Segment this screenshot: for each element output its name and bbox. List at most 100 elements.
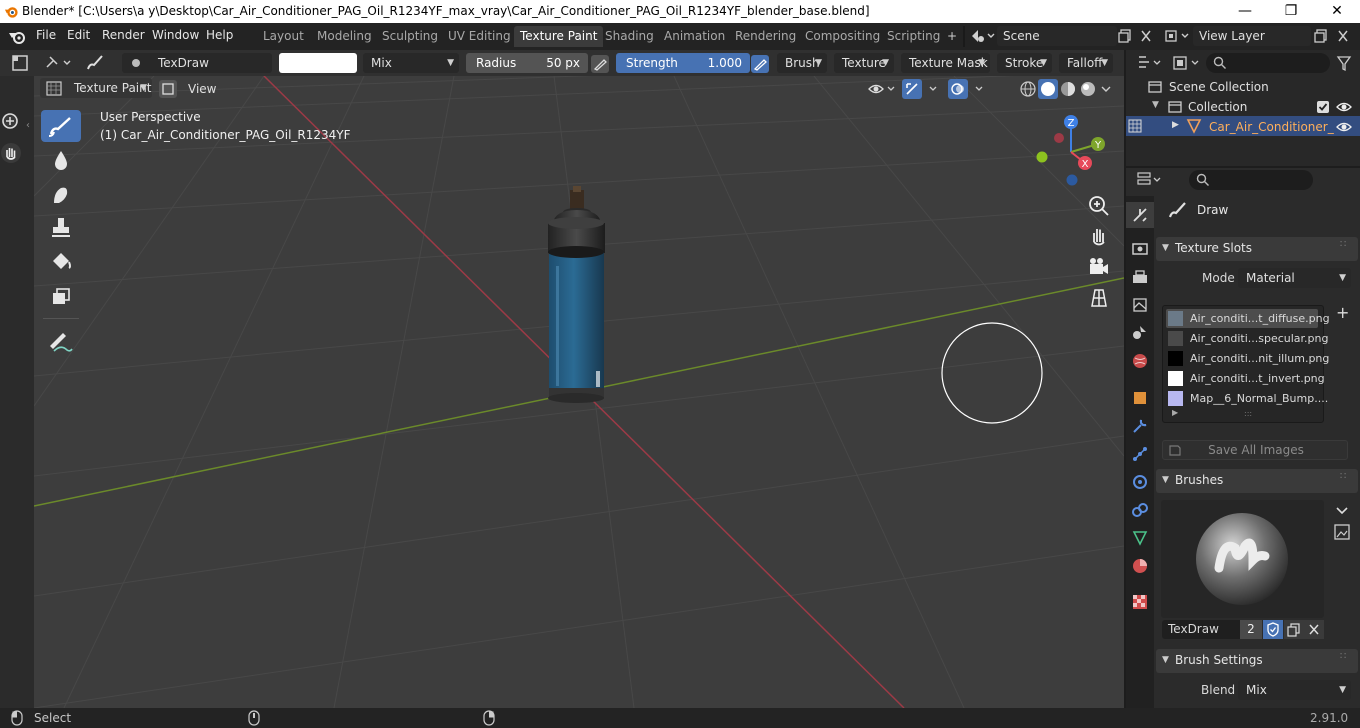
material-properties-icon[interactable] (1131, 557, 1149, 575)
tab-modeling[interactable]: Modeling (311, 26, 378, 47)
radius-slider[interactable]: Radius 50 px (466, 53, 588, 73)
texture-slot-item[interactable]: Air_conditi...t_invert.png (1166, 369, 1325, 388)
constraints-icon[interactable] (1131, 501, 1149, 519)
render-properties-icon[interactable] (1131, 239, 1149, 257)
active-brush-icon[interactable] (84, 53, 106, 73)
camera-view-icon[interactable] (1087, 255, 1111, 279)
scene-selector-icon[interactable] (970, 28, 996, 44)
brush-list-dropdown-icon[interactable] (1333, 501, 1351, 519)
drag-handle-icon[interactable]: ∷ (1340, 471, 1346, 482)
tab-sculpting[interactable]: Sculpting (376, 26, 444, 47)
menu-help[interactable]: Help (206, 28, 233, 42)
tool-settings-icon[interactable] (1131, 206, 1149, 224)
add-workspace-button[interactable]: + (941, 26, 963, 47)
brush-name-field-panel[interactable]: TexDraw (1162, 620, 1240, 639)
duplicate-brush-icon[interactable] (1284, 620, 1304, 639)
display-mode-icon[interactable] (1172, 53, 1204, 73)
list-resize-handle-icon[interactable]: ::: (1244, 409, 1252, 418)
maximize-button[interactable]: ❐ (1268, 0, 1314, 23)
texture-slot-item[interactable]: Air_conditi...t_diffuse.png (1166, 309, 1330, 328)
object-label[interactable]: Car_Air_Conditioner_ (1209, 120, 1334, 134)
minimize-button[interactable]: — (1222, 0, 1268, 23)
pan-hand-icon[interactable] (0, 142, 22, 164)
unlink-brush-icon[interactable] (1304, 620, 1324, 639)
overlays-toggle-icon[interactable] (948, 79, 990, 99)
tab-rendering[interactable]: Rendering (729, 26, 802, 47)
drag-handle-icon[interactable]: ∷ (1340, 239, 1346, 250)
blender-menu-icon[interactable] (8, 28, 26, 45)
blend-mode-dropdown[interactable]: Mix ▼ (363, 53, 459, 73)
brush-color-swatch[interactable] (279, 53, 357, 73)
perspective-toggle-icon[interactable] (1087, 286, 1111, 310)
outliner-search-input[interactable] (1206, 53, 1330, 73)
texture-slot-item[interactable]: Air_conditi...nit_illum.png (1166, 349, 1329, 368)
tool-fill[interactable] (41, 246, 81, 278)
scene-collection-label[interactable]: Scene Collection (1169, 80, 1269, 94)
snap-tool-icon[interactable] (44, 53, 74, 73)
gizmo-toggle-icon[interactable] (902, 79, 944, 99)
zoom-navigation-icon[interactable] (0, 111, 22, 133)
mesh-data-icon[interactable] (1131, 529, 1149, 547)
view-layer-properties-icon[interactable] (1131, 296, 1149, 314)
menu-window[interactable]: Window (152, 28, 199, 42)
exclude-checkbox-icon[interactable] (1316, 100, 1330, 114)
strength-slider[interactable]: Strength 1.000 (616, 53, 750, 73)
brush-users-count[interactable]: 2 (1240, 620, 1262, 639)
tool-annotate[interactable] (41, 326, 81, 358)
air-conditioner-can-object[interactable] (548, 186, 605, 403)
eye-visibility-icon[interactable] (1336, 120, 1352, 134)
shading-options-icon[interactable] (1098, 79, 1114, 99)
tab-layout[interactable]: Layout (257, 26, 310, 47)
outliner-editor-type-icon[interactable] (1136, 53, 1166, 73)
brush-preview-panel[interactable] (1161, 500, 1324, 618)
collection-label[interactable]: Collection (1188, 100, 1247, 114)
particles-icon[interactable] (1131, 445, 1149, 463)
drag-handle-icon[interactable]: ∷ (1340, 651, 1346, 662)
strength-pressure-icon[interactable] (751, 55, 769, 73)
brush-name-field[interactable]: TexDraw (122, 53, 272, 73)
collapse-arrow-icon[interactable]: ‹ (26, 120, 30, 131)
tool-draw[interactable] (41, 110, 81, 142)
tool-smear[interactable] (41, 178, 81, 210)
texture-slot-item[interactable]: Map__6_Normal_Bump.... (1166, 389, 1328, 408)
object-properties-icon[interactable] (1131, 389, 1149, 407)
object-expand-icon[interactable]: ▶ (1172, 120, 1179, 130)
new-scene-icon[interactable] (1117, 28, 1133, 44)
zoom-icon[interactable] (1087, 194, 1111, 218)
filter-icon[interactable] (1336, 54, 1352, 72)
scene-name-field[interactable]: Scene (997, 26, 1117, 46)
viewport-canvas[interactable] (34, 76, 1124, 708)
view-layer-selector-icon[interactable] (1164, 28, 1192, 44)
world-properties-icon[interactable] (1131, 352, 1149, 370)
gizmo-neg-y[interactable] (1036, 151, 1048, 163)
view-layer-field[interactable]: View Layer (1193, 26, 1311, 46)
output-properties-icon[interactable] (1131, 268, 1149, 286)
tab-shading[interactable]: Shading (599, 26, 660, 47)
editor-type-icon[interactable] (10, 53, 30, 73)
brush-menu[interactable]: Brush ▼ (777, 53, 827, 73)
texture-properties-icon[interactable] (1131, 593, 1149, 611)
mode-dropdown[interactable]: Material ▼ (1238, 268, 1351, 288)
tab-uv-editing[interactable]: UV Editing (442, 26, 517, 47)
close-button[interactable]: ✕ (1314, 0, 1360, 23)
save-all-images-button[interactable]: Save All Images (1162, 440, 1348, 460)
tab-compositing[interactable]: Compositing (799, 26, 886, 47)
wireframe-shading-icon[interactable] (1018, 79, 1038, 99)
gizmo-neg-x[interactable] (1054, 133, 1064, 143)
radius-pressure-icon[interactable] (591, 55, 609, 73)
new-view-layer-icon[interactable] (1313, 28, 1329, 44)
add-texture-slot-button[interactable]: + (1336, 303, 1349, 322)
tool-soften[interactable] (41, 144, 81, 176)
menu-edit[interactable]: Edit (67, 28, 90, 42)
fake-user-shield-icon[interactable] (1263, 620, 1283, 639)
3d-viewport[interactable]: Texture Paint ▼ View User Perspective (1)… (34, 76, 1124, 708)
properties-editor-type-icon[interactable] (1136, 170, 1166, 190)
texture-menu[interactable]: Texture ▼ (834, 53, 894, 73)
rendered-shading-icon[interactable] (1078, 79, 1098, 99)
move-view-hand-icon[interactable] (1087, 224, 1111, 248)
eye-visibility-icon[interactable] (1336, 100, 1352, 114)
brush-blend-dropdown[interactable]: Mix ▼ (1238, 680, 1351, 700)
tab-scripting[interactable]: Scripting (881, 26, 946, 47)
tool-clone[interactable] (41, 212, 81, 244)
texture-slot-item[interactable]: Air_conditi...specular.png (1166, 329, 1329, 348)
